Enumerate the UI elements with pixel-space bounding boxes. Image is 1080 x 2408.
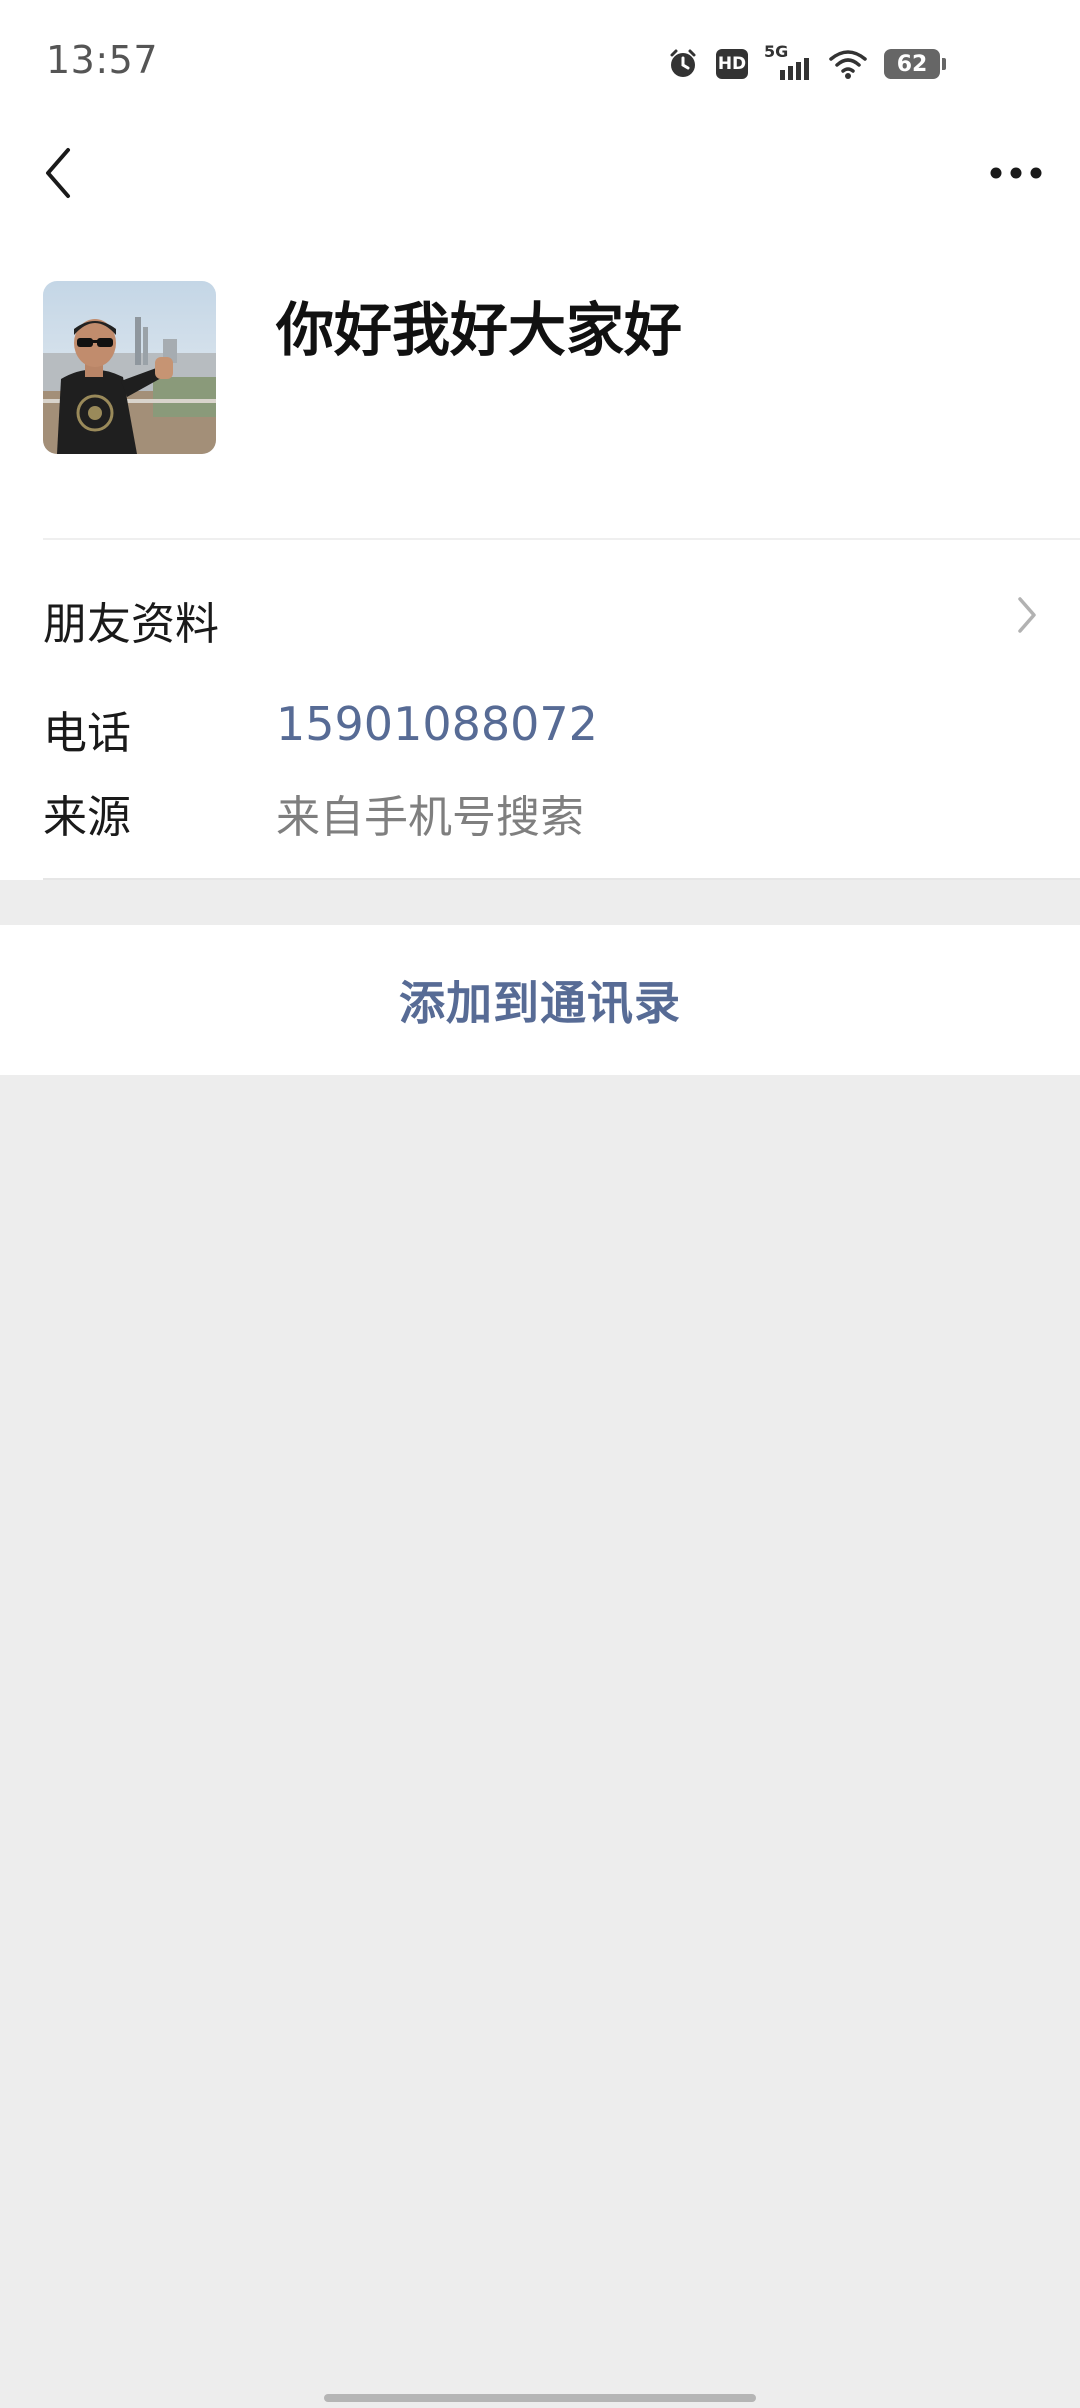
more-options-button[interactable]: [980, 140, 1052, 206]
contact-profile-screen: 13:57 HD 5G 62 你好我好大家好 朋友资料 电话 159010880…: [0, 0, 1080, 2408]
alarm-icon: [666, 47, 700, 81]
more-horizontal-icon: [990, 167, 1042, 179]
status-time: 13:57: [46, 38, 159, 82]
profile-card: 13:57 HD 5G 62 你好我好大家好 朋友资料 电话 159010880…: [0, 0, 1080, 880]
divider: [43, 878, 1080, 880]
divider: [43, 538, 1080, 540]
wifi-icon: [828, 48, 868, 80]
source-value: 来自手机号搜索: [276, 792, 584, 843]
chevron-left-icon: [46, 148, 70, 198]
signal-5g-icon: 5G: [764, 42, 812, 84]
add-to-contacts-button[interactable]: 添加到通讯录: [0, 925, 1080, 1075]
friend-info-row[interactable]: 朋友资料: [0, 560, 1080, 670]
back-button[interactable]: [28, 140, 88, 206]
phone-label: 电话: [43, 708, 131, 759]
source-row: 来源 来自手机号搜索: [0, 769, 1080, 849]
friend-info-label: 朋友资料: [43, 599, 219, 650]
profile-name: 你好我好大家好: [276, 296, 683, 364]
battery-icon: 62: [884, 49, 946, 79]
avatar[interactable]: [43, 281, 216, 454]
status-bar: 13:57 HD 5G 62: [0, 0, 1080, 120]
status-icons: HD 5G 62: [666, 42, 946, 84]
add-to-contacts-label: 添加到通讯录: [399, 976, 681, 1030]
home-indicator[interactable]: [324, 2394, 756, 2402]
hd-icon: HD: [716, 49, 748, 79]
phone-row: 电话 15901088072: [0, 685, 1080, 765]
chevron-right-icon: [1016, 596, 1038, 638]
source-label: 来源: [43, 792, 131, 843]
phone-number-link[interactable]: 15901088072: [276, 697, 598, 751]
